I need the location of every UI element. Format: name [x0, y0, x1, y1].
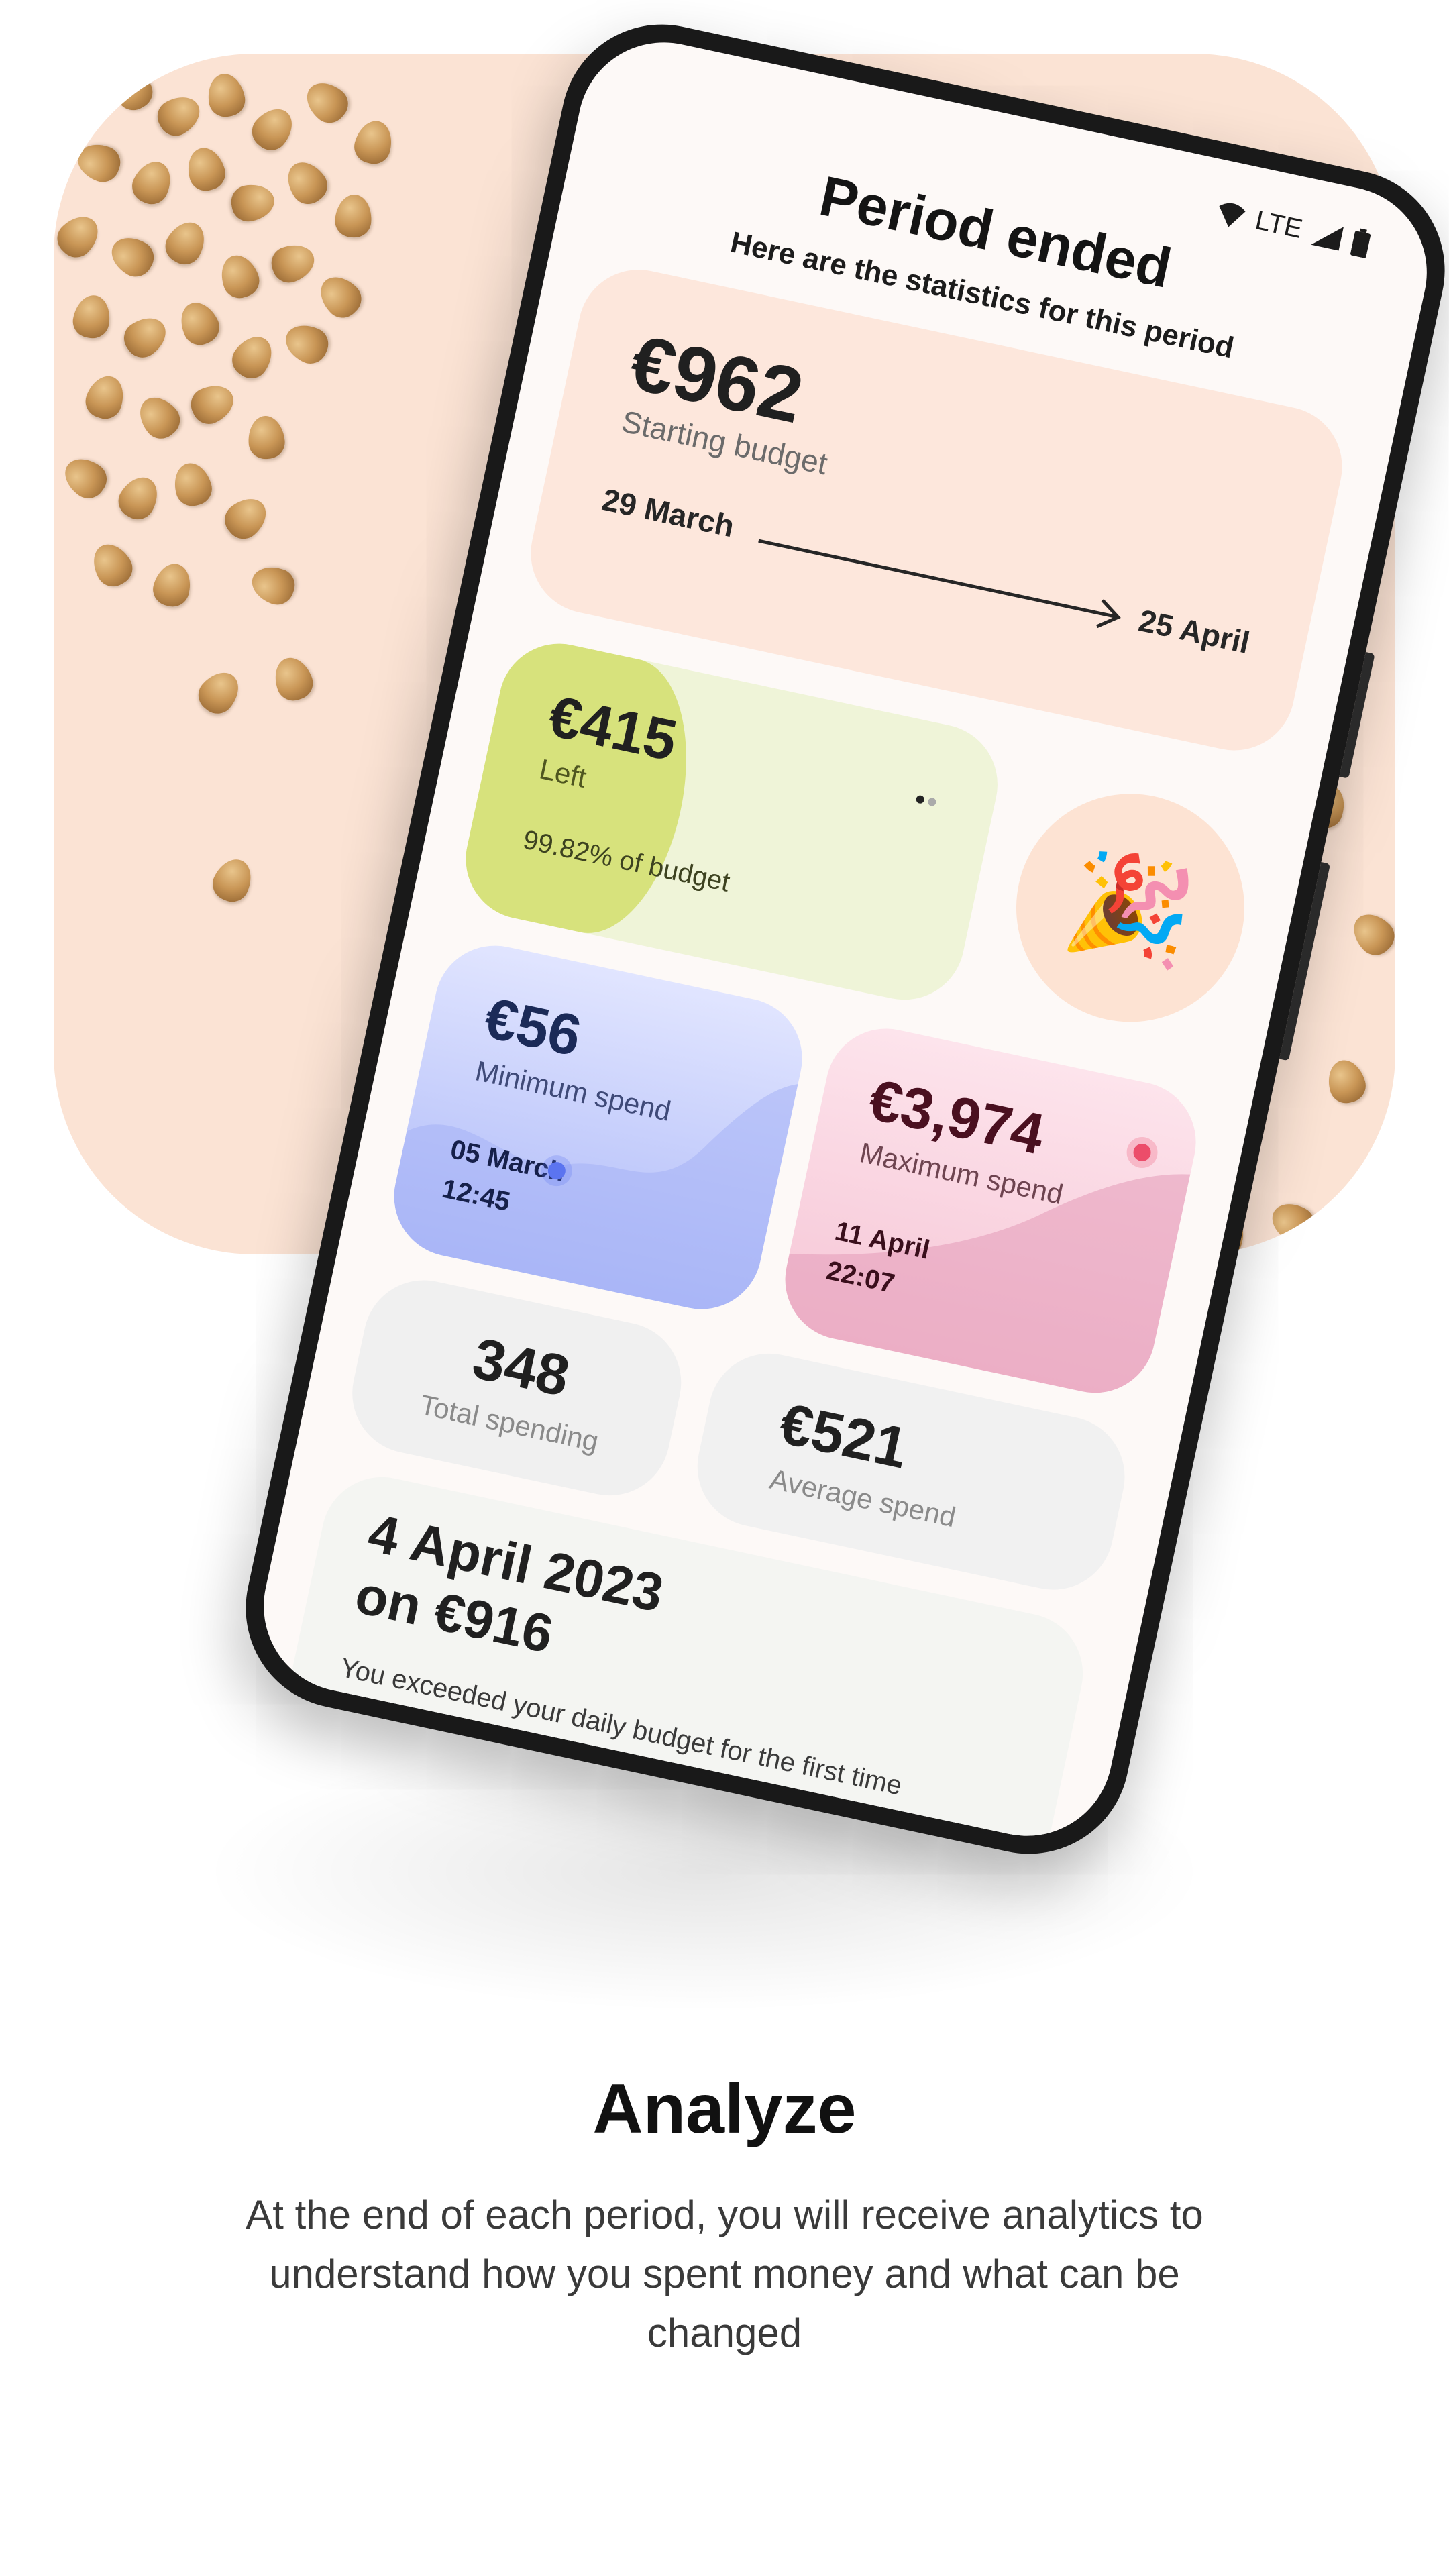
buckwheat-grain — [149, 559, 196, 610]
buckwheat-grain — [159, 215, 213, 271]
buckwheat-grain — [131, 389, 187, 445]
buckwheat-grain — [70, 292, 114, 341]
network-type: LTE — [1252, 205, 1305, 244]
buckwheat-grain — [266, 238, 320, 288]
footer-heading: Analyze — [592, 2070, 857, 2148]
signal-icon — [1311, 226, 1344, 250]
buckwheat-grain — [1323, 1056, 1370, 1107]
buckwheat-grain — [204, 70, 248, 120]
buckwheat-grain — [191, 664, 248, 720]
maximum-spend-card[interactable]: €3,974 Maximum spend 11 April 22:07 — [773, 1017, 1208, 1404]
period-arrow-icon — [758, 539, 1121, 629]
minimum-spend-chart — [382, 1084, 798, 1321]
buckwheat-grain — [1265, 1195, 1321, 1249]
buckwheat-grain — [207, 853, 258, 908]
buckwheat-grain — [279, 154, 334, 211]
buckwheat-grain — [228, 180, 278, 225]
buckwheat-grain — [151, 89, 207, 142]
footer-description: At the end of each period, you will rece… — [246, 2192, 1203, 2355]
page-dots — [915, 794, 937, 810]
buckwheat-grain — [85, 537, 139, 593]
buckwheat-grain — [105, 60, 159, 117]
buckwheat-grain — [174, 296, 225, 351]
buckwheat-grain — [333, 193, 374, 239]
start-date: 29 March — [599, 482, 738, 544]
celebration-badge: 🎉 — [995, 772, 1266, 1043]
buckwheat-grain — [182, 144, 229, 195]
battery-icon — [1350, 228, 1371, 258]
buckwheat-grain — [225, 329, 280, 385]
buckwheat-grain — [169, 459, 216, 510]
buckwheat-grain — [57, 450, 113, 505]
buckwheat-grain — [312, 268, 368, 325]
buckwheat-grain — [246, 560, 300, 610]
buckwheat-grain — [215, 250, 264, 303]
buckwheat-grain — [72, 138, 125, 187]
wifi-icon — [1219, 203, 1246, 227]
buckwheat-grain — [112, 470, 166, 526]
end-date: 25 April — [1136, 602, 1253, 660]
buckwheat-grain — [117, 309, 174, 364]
buckwheat-grain — [104, 229, 160, 283]
buckwheat-grain — [245, 101, 301, 157]
buckwheat-grain — [127, 155, 178, 210]
total-spending-card[interactable]: 348 Total spending — [341, 1269, 693, 1507]
buckwheat-grain — [279, 318, 334, 369]
buckwheat-grain — [60, 75, 110, 129]
buckwheat-grain — [299, 74, 355, 130]
buckwheat-grain — [80, 370, 130, 424]
buckwheat-grain — [185, 378, 240, 429]
maximum-spend-chart — [773, 1174, 1191, 1404]
buckwheat-grain — [268, 652, 318, 706]
buckwheat-grain — [350, 117, 397, 168]
party-popper-icon: 🎉 — [1057, 839, 1203, 976]
buckwheat-grain — [54, 208, 107, 264]
buckwheat-grain — [218, 490, 274, 546]
minimum-spend-card[interactable]: €56 Minimum spend 05 March 12:45 — [382, 934, 814, 1321]
buckwheat-grain — [1345, 906, 1395, 962]
buckwheat-grain — [246, 414, 286, 461]
